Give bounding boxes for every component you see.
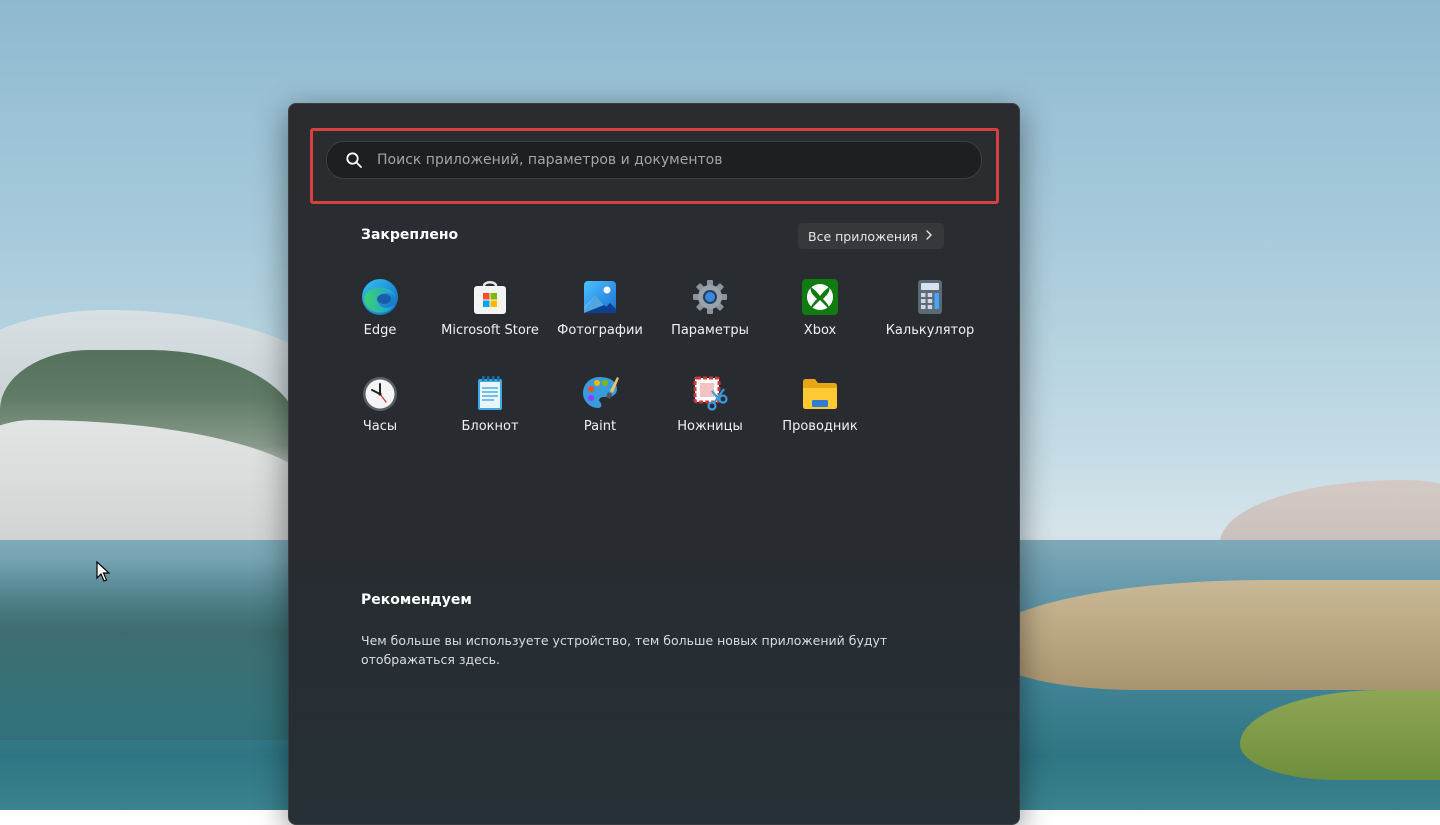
wallpaper-reflection-left — [0, 560, 300, 740]
xbox-icon — [802, 279, 838, 315]
clock-icon — [363, 377, 397, 411]
calculator-icon — [918, 280, 942, 314]
app-label: Xbox — [803, 323, 837, 338]
pinned-app-file-explorer[interactable]: Проводник — [765, 365, 875, 461]
app-label: Edge — [363, 323, 397, 338]
recommended-empty-text: Чем больше вы используете устройство, те… — [361, 633, 888, 667]
search-input[interactable] — [375, 151, 981, 169]
mouse-cursor-icon — [96, 561, 110, 582]
all-apps-label: Все приложения — [808, 228, 918, 244]
pinned-app-clock[interactable]: Часы — [325, 365, 435, 461]
search-box[interactable] — [326, 141, 982, 179]
app-label: Microsoft Store — [441, 323, 539, 338]
app-label: Ножницы — [677, 419, 743, 434]
notepad-icon — [478, 376, 502, 410]
pinned-app-microsoft-store[interactable]: Microsoft Store — [435, 269, 545, 365]
paint-palette-icon — [583, 377, 619, 408]
pinned-app-paint[interactable]: Paint — [545, 365, 655, 461]
microsoft-store-icon — [474, 281, 506, 314]
pinned-apps-grid: Edge Microsoft Store Фотографии Параметр… — [325, 269, 985, 461]
app-label: Фотографии — [557, 323, 643, 338]
app-label: Блокнот — [461, 419, 519, 434]
app-label: Проводник — [782, 419, 858, 434]
pinned-app-snipping-tool[interactable]: Ножницы — [655, 365, 765, 461]
file-explorer-folder-icon — [803, 379, 837, 409]
photos-icon — [584, 281, 616, 313]
app-label: Калькулятор — [885, 323, 975, 338]
pinned-app-notepad[interactable]: Блокнот — [435, 365, 545, 461]
recommended-section-title: Рекомендуем — [361, 592, 472, 608]
settings-gear-icon — [693, 280, 727, 314]
app-label: Параметры — [671, 323, 749, 338]
edge-icon — [362, 279, 398, 315]
search-icon — [346, 152, 362, 168]
pinned-app-calculator[interactable]: Калькулятор — [875, 269, 985, 365]
app-label: Paint — [583, 419, 617, 434]
pinned-app-edge[interactable]: Edge — [325, 269, 435, 365]
pinned-section-title: Закреплено — [361, 227, 459, 243]
app-label: Часы — [362, 419, 398, 434]
pinned-app-xbox[interactable]: Xbox — [765, 269, 875, 365]
snipping-tool-icon — [693, 376, 728, 411]
all-apps-button[interactable]: Все приложения — [798, 223, 944, 249]
chevron-right-icon — [926, 230, 932, 240]
start-menu: Закреплено Все приложения E — [288, 103, 1020, 825]
pinned-app-photos[interactable]: Фотографии — [545, 269, 655, 365]
pinned-app-settings[interactable]: Параметры — [655, 269, 765, 365]
